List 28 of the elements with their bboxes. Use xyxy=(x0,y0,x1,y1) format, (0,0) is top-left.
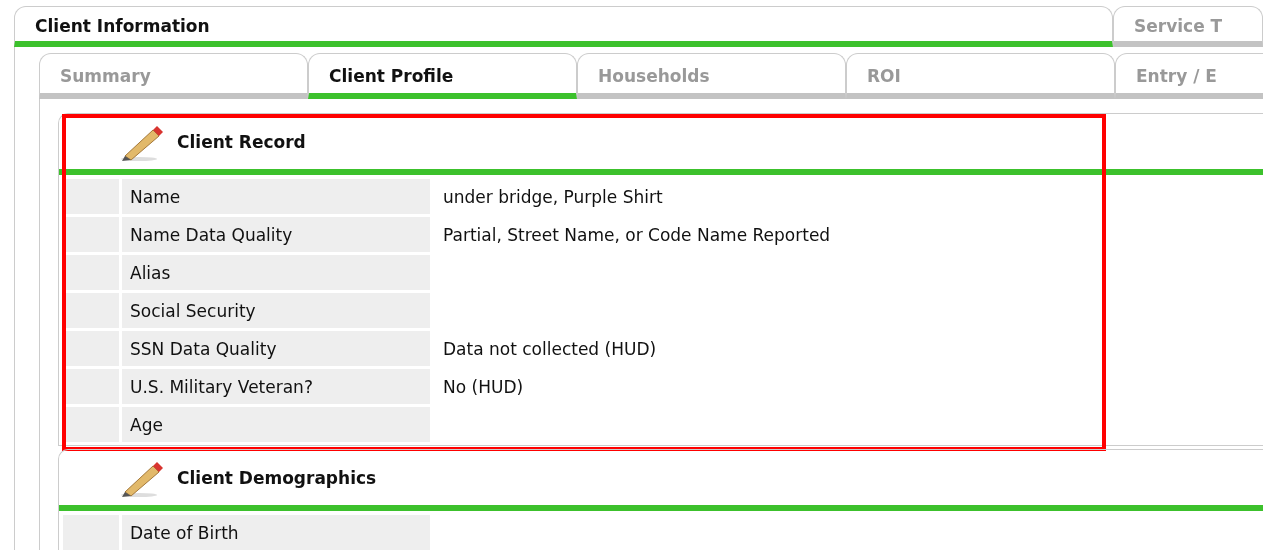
field-label: Alias xyxy=(122,255,430,290)
field-label: Name xyxy=(122,179,430,214)
tab[interactable]: Entry / E xyxy=(1115,53,1263,99)
table-cell xyxy=(63,217,119,252)
field-label: Age xyxy=(122,407,430,442)
table-cell xyxy=(63,255,119,290)
field-label: U.S. Military Veteran? xyxy=(122,369,430,404)
field-label: Name Data Quality xyxy=(122,217,430,252)
tab[interactable]: Client Profile xyxy=(308,53,577,99)
field-value: under bridge, Purple Shirt xyxy=(443,186,663,207)
tab[interactable]: Summary xyxy=(39,53,308,99)
table-cell xyxy=(63,331,119,366)
table-cell xyxy=(63,369,119,404)
field-value: Data not collected (HUD) xyxy=(443,338,657,359)
tab[interactable]: Service T xyxy=(1113,6,1263,47)
tab[interactable]: ROI xyxy=(846,53,1115,99)
section-title: Client Demographics xyxy=(177,467,377,488)
field-label: SSN Data Quality xyxy=(122,331,430,366)
table-cell xyxy=(63,179,119,214)
field-value: No (HUD) xyxy=(443,376,524,397)
section-title: Client Record xyxy=(177,131,306,152)
field-label: Social Security xyxy=(122,293,430,328)
field-label: Date of Birth xyxy=(122,515,430,550)
tab[interactable]: Client Information xyxy=(14,6,1113,47)
tab[interactable]: Households xyxy=(577,53,846,99)
field-value: Partial, Street Name, or Code Name Reported xyxy=(443,224,831,245)
table-cell xyxy=(63,293,119,328)
table-cell xyxy=(63,407,119,442)
